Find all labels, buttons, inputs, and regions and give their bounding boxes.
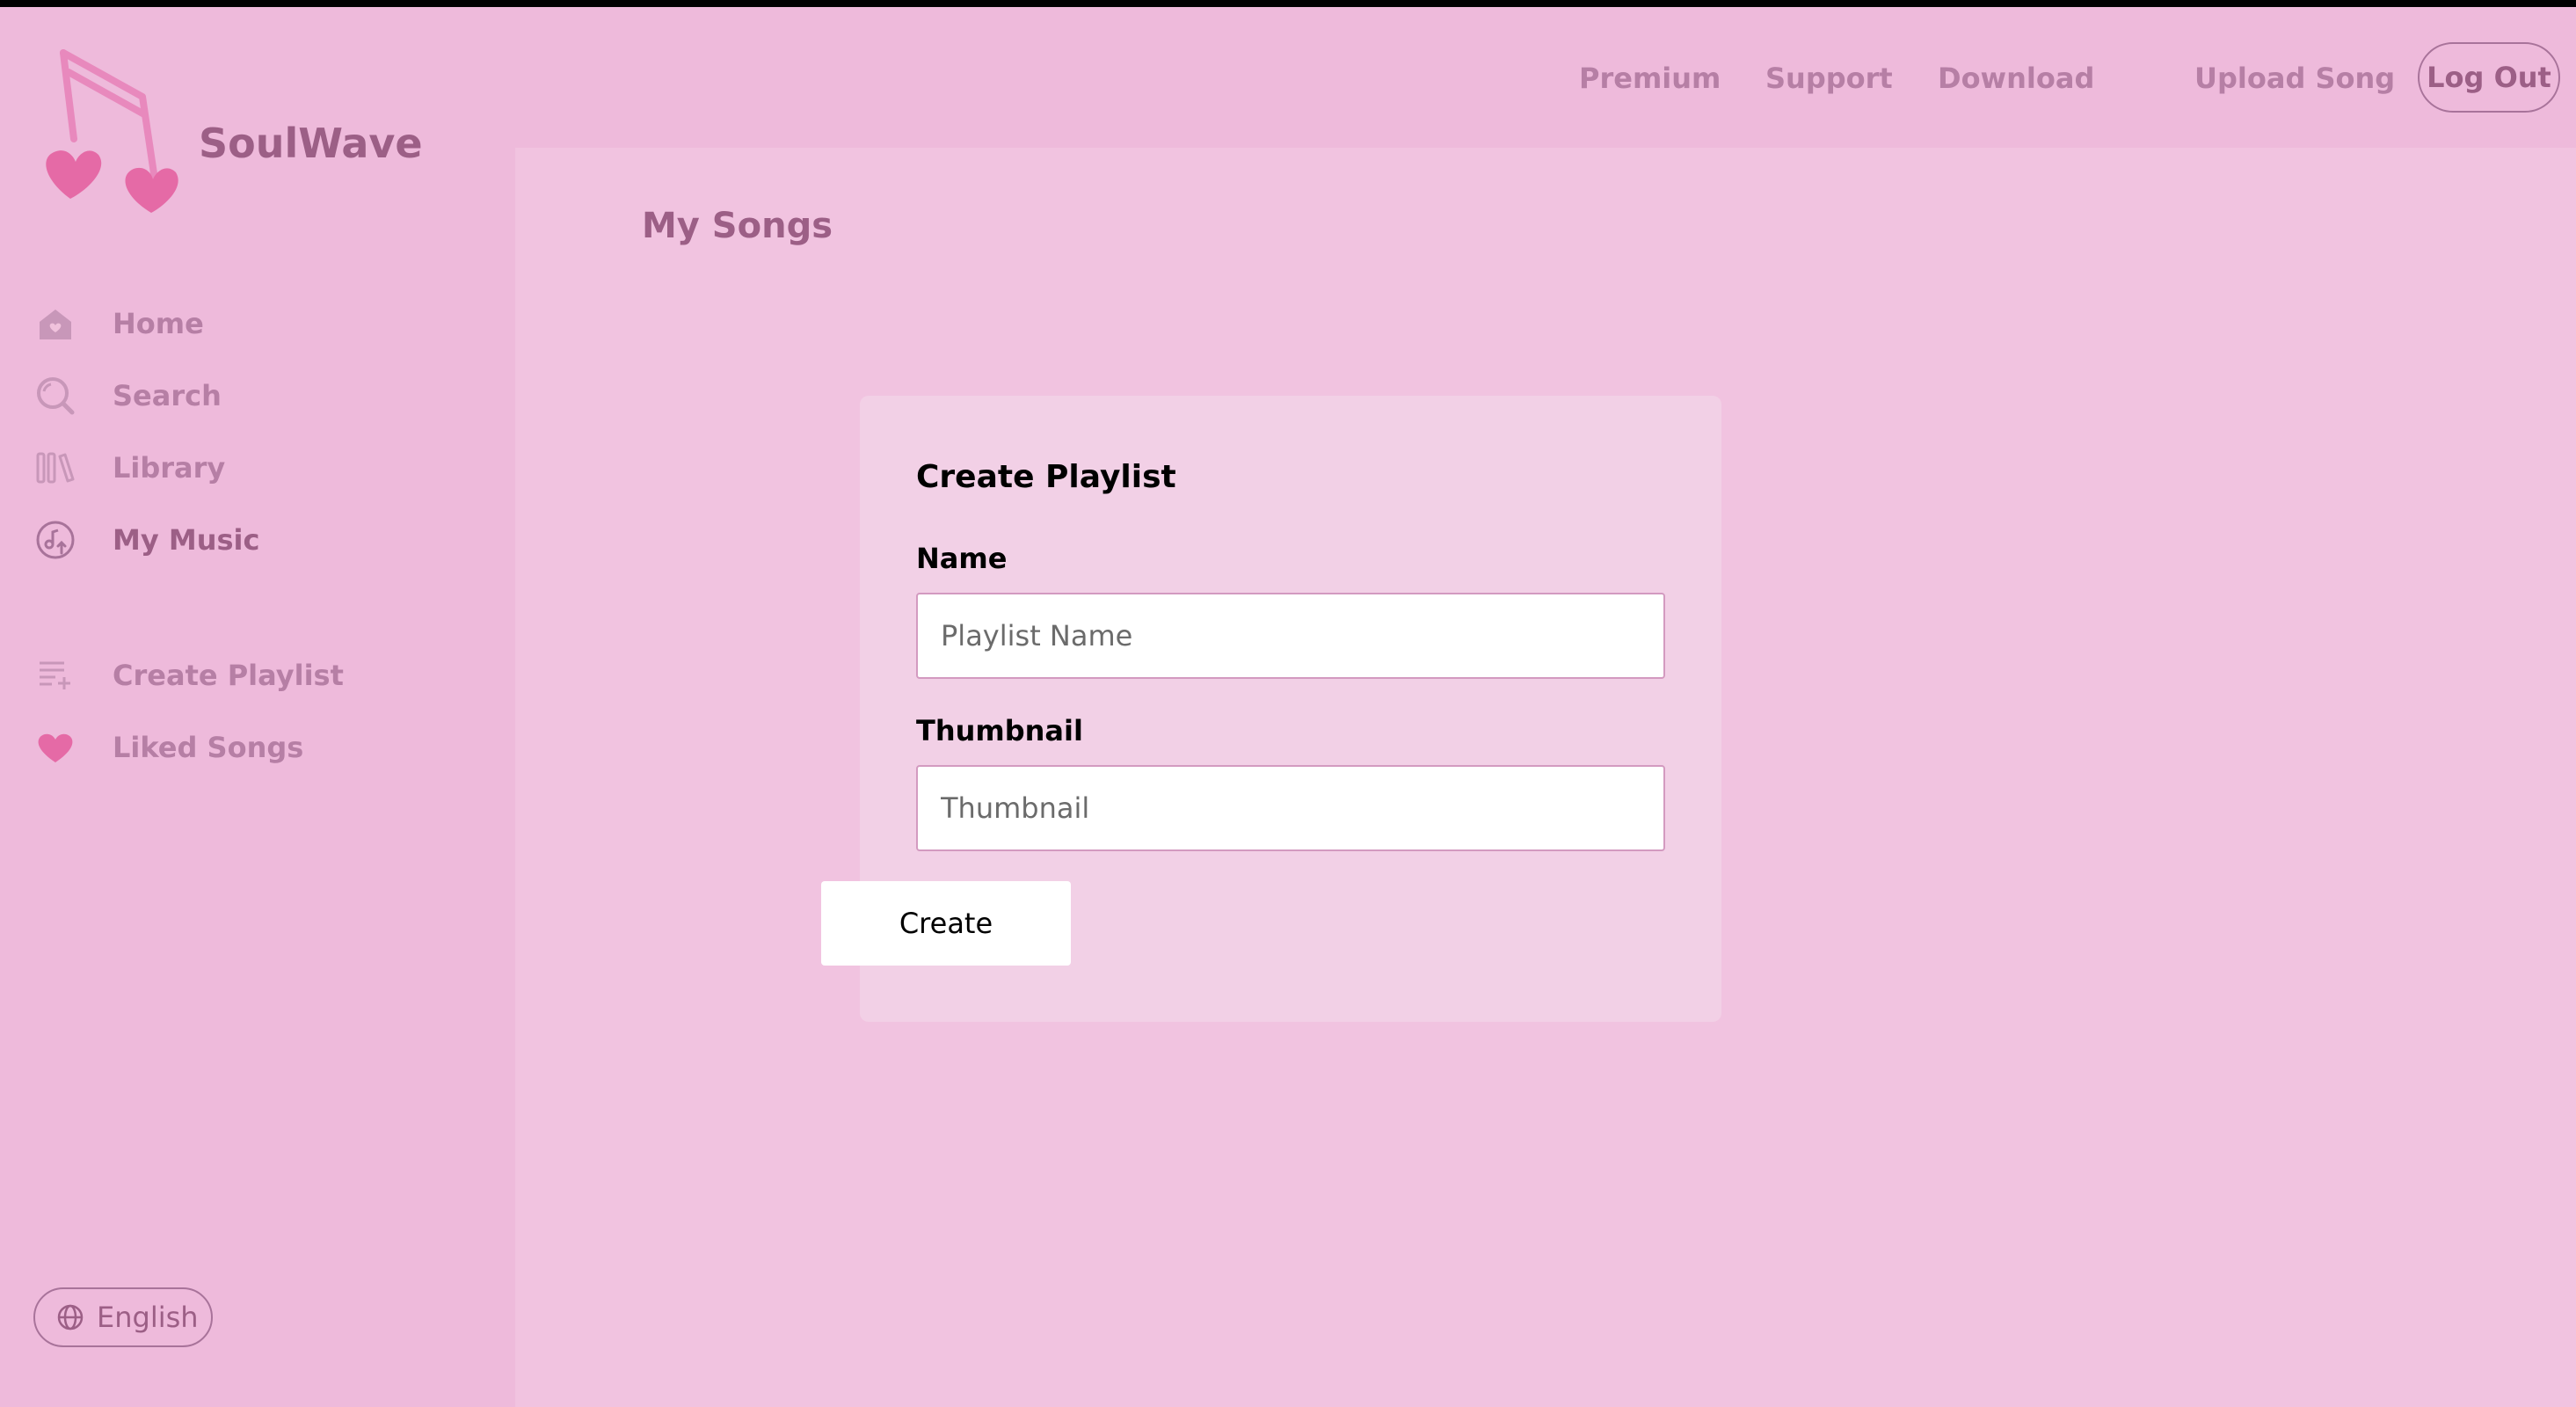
music-upload-icon xyxy=(33,518,77,562)
sidebar-item-search[interactable]: Search xyxy=(33,369,491,422)
nav-link-premium[interactable]: Premium xyxy=(1579,62,1721,95)
logo-music-hearts-icon xyxy=(46,49,178,213)
sidebar-item-label: Library xyxy=(113,451,226,485)
nav-link-support[interactable]: Support xyxy=(1765,62,1893,95)
library-icon xyxy=(33,446,77,490)
sidebar: SoulWave Home Search Library My Music Cr… xyxy=(0,7,515,1407)
sidebar-item-my-music[interactable]: My Music xyxy=(33,514,491,566)
sidebar-item-create-playlist[interactable]: Create Playlist xyxy=(33,649,491,702)
language-label: English xyxy=(97,1301,199,1334)
sidebar-item-label: My Music xyxy=(113,523,260,557)
sidebar-item-label: Search xyxy=(113,379,222,412)
create-button[interactable]: Create xyxy=(821,881,1071,966)
heart-icon xyxy=(33,725,77,769)
upload-song-link[interactable]: Upload Song xyxy=(2194,62,2395,95)
playlist-name-input[interactable] xyxy=(916,593,1665,679)
sidebar-item-label: Liked Songs xyxy=(113,731,304,764)
sidebar-item-liked-songs[interactable]: Liked Songs xyxy=(33,721,491,774)
search-icon xyxy=(33,374,77,418)
main-content: My Songs Create Playlist Name Thumbnail xyxy=(515,148,2576,1407)
home-heart-icon xyxy=(33,302,77,346)
sidebar-item-label: Create Playlist xyxy=(113,659,344,692)
thumbnail-label: Thumbnail xyxy=(916,714,1083,747)
thumbnail-input[interactable] xyxy=(916,765,1665,851)
globe-icon xyxy=(57,1304,84,1330)
top-border xyxy=(0,0,2576,7)
form-title: Create Playlist xyxy=(916,459,1176,495)
logout-button[interactable]: Log Out xyxy=(2418,42,2560,113)
name-label: Name xyxy=(916,542,1008,575)
sidebar-item-label: Home xyxy=(113,307,204,340)
nav-link-download[interactable]: Download xyxy=(1938,62,2094,95)
page-title: My Songs xyxy=(642,206,833,246)
sidebar-item-home[interactable]: Home xyxy=(33,297,491,350)
playlist-add-icon xyxy=(33,653,77,697)
top-nav: Premium Support Download Upload Song Log… xyxy=(515,7,2576,148)
sidebar-item-library[interactable]: Library xyxy=(33,441,491,494)
brand-name: SoulWave xyxy=(199,120,423,167)
language-button[interactable]: English xyxy=(33,1287,213,1347)
